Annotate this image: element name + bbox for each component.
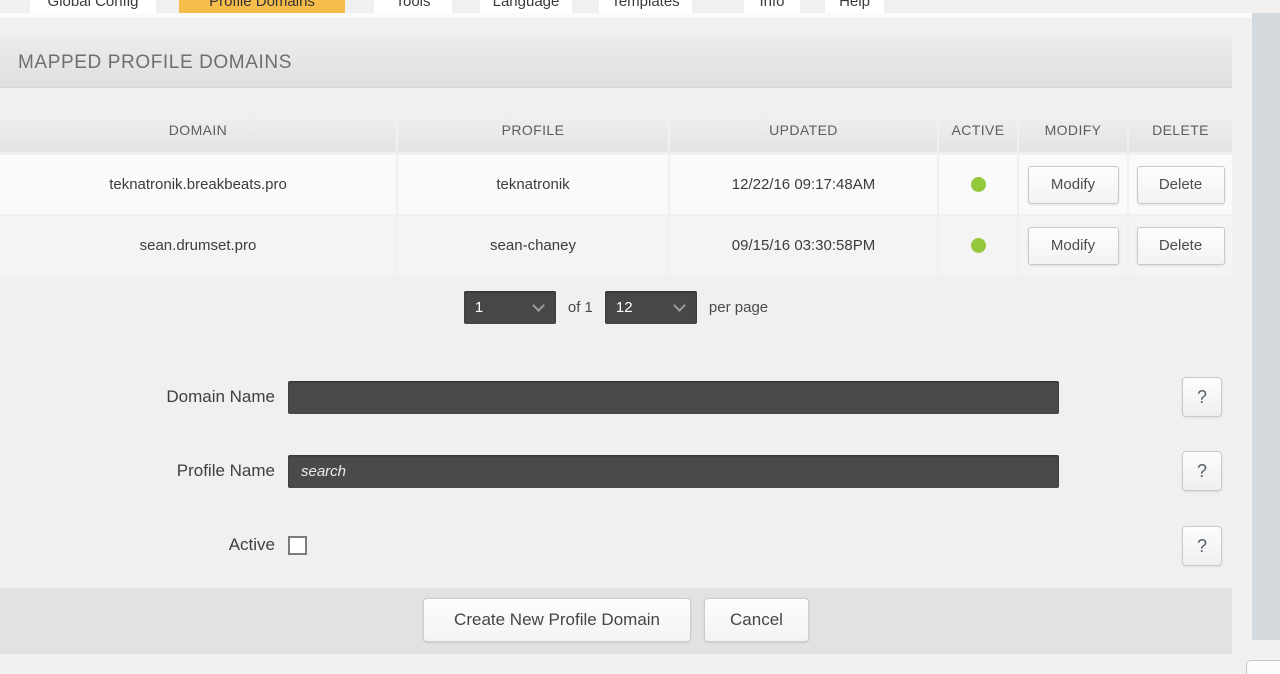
cell-profile: teknatronik [398, 155, 668, 214]
profile-name-label: Profile Name [176, 461, 275, 480]
active-row: Active [0, 528, 1232, 562]
col-header-delete: DELETE [1129, 108, 1232, 152]
active-label: Active [228, 535, 275, 554]
cell-profile: sean-chaney [398, 216, 668, 275]
page-title: MAPPED PROFILE DOMAINS [18, 51, 292, 73]
domain-name-label: Domain Name [166, 387, 275, 406]
cell-modify: Modify [1019, 155, 1127, 214]
col-header-updated: UPDATED [670, 108, 937, 152]
tab-profile-domains[interactable]: Profile Domains [179, 0, 345, 13]
tabbar-divider [0, 13, 1252, 18]
domain-name-row: Domain Name [0, 380, 1232, 414]
tab-tools[interactable]: Tools [374, 0, 452, 13]
delete-button[interactable]: Delete [1136, 165, 1225, 204]
pagination: 1 of 1 12 per page [0, 290, 1232, 324]
table-header-row: DOMAIN PROFILE UPDATED ACTIVE MODIFY DEL… [0, 108, 1232, 152]
delete-button[interactable]: Delete [1136, 226, 1225, 265]
cell-active [939, 216, 1017, 275]
active-checkbox[interactable] [288, 535, 307, 555]
page-background-strip [1252, 13, 1280, 640]
cell-updated: 12/22/16 09:17:48AM [670, 155, 937, 214]
tab-templates[interactable]: Templates [599, 0, 692, 13]
col-header-profile: PROFILE [398, 108, 668, 152]
active-indicator [970, 177, 986, 192]
cell-delete: Delete [1129, 216, 1232, 275]
page-of-label: of 1 [567, 298, 593, 316]
modify-button[interactable]: Modify [1027, 226, 1119, 265]
profile-domains-page: Global Config Profile Domains Tools Lang… [0, 0, 1280, 674]
tab-help[interactable]: Help [825, 0, 884, 13]
page-select[interactable]: 1 [463, 290, 556, 324]
col-header-modify: MODIFY [1019, 108, 1127, 152]
create-profile-domain-button[interactable]: Create New Profile Domain [423, 598, 692, 642]
cell-modify: Modify [1019, 216, 1127, 275]
profile-name-row: Profile Name [0, 454, 1232, 488]
active-indicator [970, 238, 986, 253]
tab-global-config[interactable]: Global Config [30, 0, 156, 13]
col-header-domain: DOMAIN [0, 108, 396, 152]
profile-name-input[interactable] [288, 454, 1059, 488]
cell-domain: sean.drumset.pro [0, 216, 396, 275]
tab-language[interactable]: Language [480, 0, 572, 13]
chevron-down-icon [673, 298, 686, 312]
section-header: MAPPED PROFILE DOMAINS [0, 38, 1232, 88]
cancel-button[interactable]: Cancel [704, 598, 809, 642]
per-page-select-value: 12 [615, 298, 633, 316]
tab-info[interactable]: Info [744, 0, 800, 13]
bottom-right-panel-corner [1246, 660, 1280, 674]
top-tabbar: Global Config Profile Domains Tools Lang… [0, 0, 1252, 13]
table-row: teknatronik.breakbeats.pro teknatronik 1… [0, 155, 1232, 214]
table-row: sean.drumset.pro sean-chaney 09/15/16 03… [0, 216, 1232, 275]
cell-active [939, 155, 1017, 214]
chevron-down-icon [532, 298, 545, 312]
domain-name-input[interactable] [288, 380, 1059, 414]
help-button-domain[interactable]: ? [1182, 377, 1222, 417]
per-page-label: per page [708, 298, 769, 316]
col-header-active: ACTIVE [939, 108, 1017, 152]
help-button-active[interactable]: ? [1182, 526, 1222, 566]
modify-button[interactable]: Modify [1027, 165, 1119, 204]
per-page-select[interactable]: 12 [604, 290, 697, 324]
form-actions: Create New Profile Domain Cancel [0, 588, 1232, 654]
page-select-value: 1 [474, 298, 484, 316]
cell-delete: Delete [1129, 155, 1232, 214]
cell-updated: 09/15/16 03:30:58PM [670, 216, 937, 275]
cell-domain: teknatronik.breakbeats.pro [0, 155, 396, 214]
help-button-profile[interactable]: ? [1182, 451, 1222, 491]
mapped-domains-table: DOMAIN PROFILE UPDATED ACTIVE MODIFY DEL… [0, 108, 1232, 277]
